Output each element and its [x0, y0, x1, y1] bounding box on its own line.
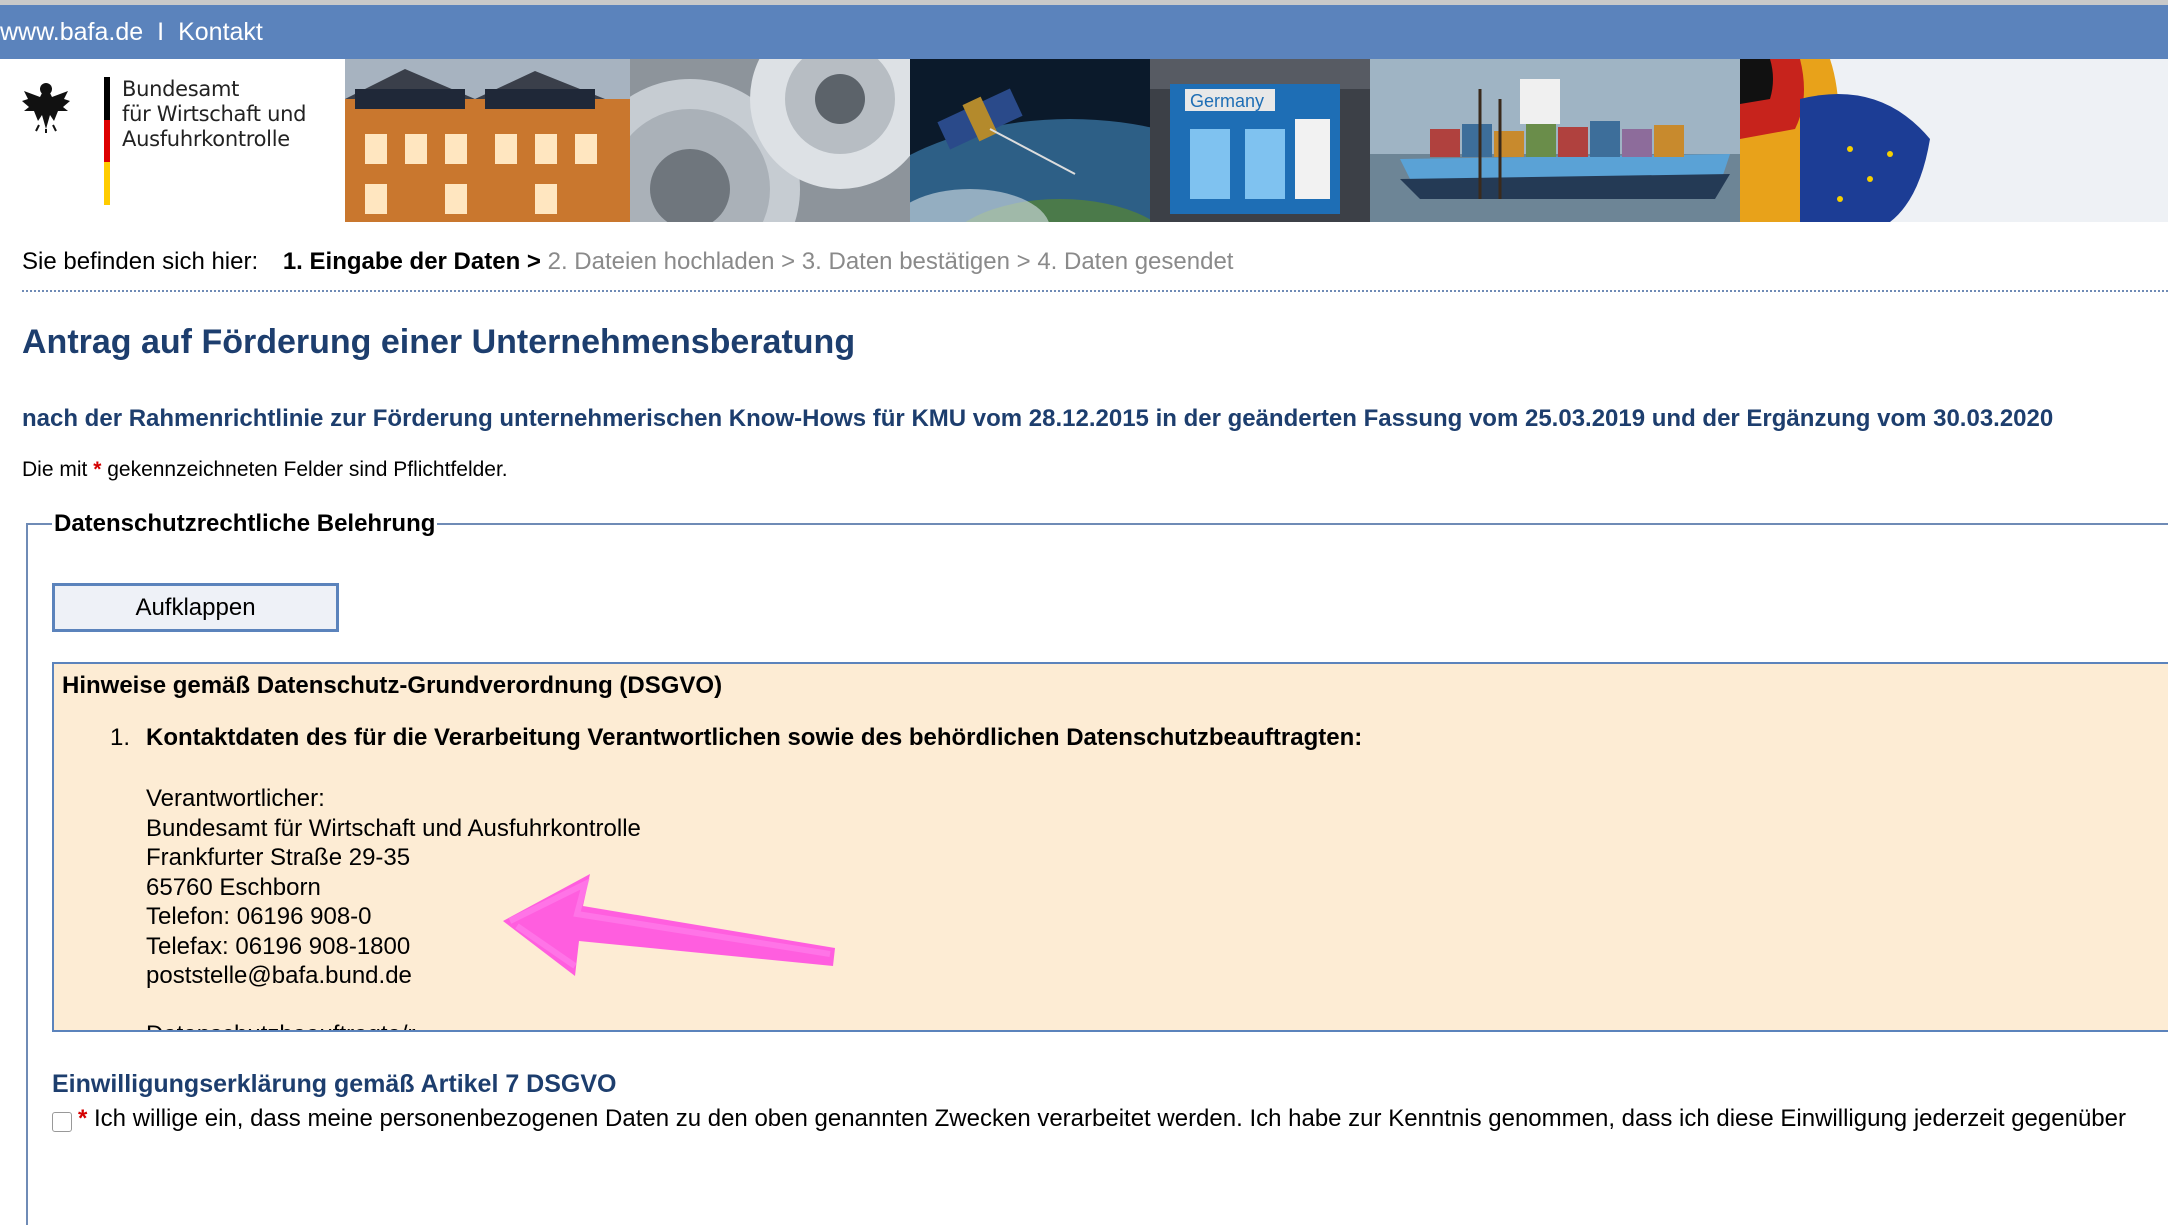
breadcrumb-divider	[22, 290, 2168, 292]
privacy-legend: Datenschutzrechtliche Belehrung	[52, 510, 438, 538]
header-banner-image: Germany	[345, 59, 2168, 222]
topbar-separator: I	[157, 18, 165, 46]
required-fields-note: Die mit * gekennzeichneten Felder sind P…	[22, 458, 508, 482]
svg-text:Germany: Germany	[1190, 91, 1264, 111]
breadcrumb-step-3: 3. Daten bestätigen >	[801, 248, 1031, 275]
federal-eagle-icon	[22, 83, 70, 133]
contact-heading: Kontaktdaten des für die Verarbeitung Ve…	[146, 724, 1363, 751]
banner-satellite-image	[910, 59, 1150, 222]
consent-row: * Ich willige ein, dass meine personenbe…	[52, 1105, 2126, 1133]
dsgvo-box-title: Hinweise gemäß Datenschutz-Grundverordnu…	[62, 672, 723, 699]
banner-houses-image	[345, 59, 630, 222]
logo-line-2: für Wirtschaft und	[122, 102, 307, 126]
header: Bundesamt für Wirtschaft und Ausfuhrkont…	[0, 59, 2168, 222]
cutoff-text: Datenschutzbeauftragte/r	[146, 1021, 416, 1030]
banner-steel-coils-image	[630, 59, 910, 222]
logo-flag-bar	[104, 77, 110, 205]
logo-text: Bundesamt für Wirtschaft und Ausfuhrkont…	[122, 77, 306, 152]
bafa-logo[interactable]: Bundesamt für Wirtschaft und Ausfuhrkont…	[20, 77, 340, 217]
required-note-after: gekennzeichneten Felder sind Pflichtfeld…	[107, 458, 508, 481]
breadcrumb: Sie befinden sich hier: 1. Eingabe der D…	[22, 248, 1233, 276]
pink-arrow-icon	[503, 874, 835, 976]
logo-line-1: Bundesamt	[122, 77, 240, 101]
logo-line-3: Ausfuhrkontrolle	[122, 127, 290, 151]
address-line: Bundesamt für Wirtschaft und Ausfuhrkont…	[146, 814, 641, 842]
top-bar: www.bafa.de I Kontakt	[0, 5, 2168, 59]
breadcrumb-step-4: 4. Daten gesendet	[1037, 248, 1234, 275]
consent-checkbox[interactable]	[52, 1111, 72, 1132]
banner-container-ship-image	[1370, 59, 1740, 222]
consent-required-star: *	[78, 1105, 88, 1132]
required-star: *	[93, 458, 102, 481]
banner-trade-fair-image: Germany	[1150, 59, 1370, 222]
breadcrumb-step-2: 2. Dateien hochladen >	[547, 248, 796, 275]
consent-text: Ich willige ein, dass meine personenbezo…	[94, 1105, 2126, 1132]
bafa-site-link[interactable]: www.bafa.de	[0, 18, 143, 46]
breadcrumb-prefix: Sie befinden sich hier:	[22, 248, 259, 275]
list-number: 1.	[110, 724, 131, 751]
required-note-before: Die mit	[22, 458, 88, 481]
page-title: Antrag auf Förderung einer Unternehmensb…	[22, 323, 856, 361]
address-line: Verantwortlicher:	[146, 785, 325, 812]
expand-button[interactable]: Aufklappen	[52, 583, 339, 632]
breadcrumb-step-1: 1. Eingabe der Daten >	[282, 248, 541, 275]
dsgvo-info-box[interactable]: Hinweise gemäß Datenschutz-Grundverordnu…	[52, 662, 2168, 1032]
consent-title: Einwilligungserklärung gemäß Artikel 7 D…	[52, 1070, 617, 1098]
page-subtitle: nach der Rahmenrichtlinie zur Förderung …	[22, 405, 2054, 432]
contact-link[interactable]: Kontakt	[178, 18, 263, 46]
banner-flags-image	[1740, 59, 2168, 222]
